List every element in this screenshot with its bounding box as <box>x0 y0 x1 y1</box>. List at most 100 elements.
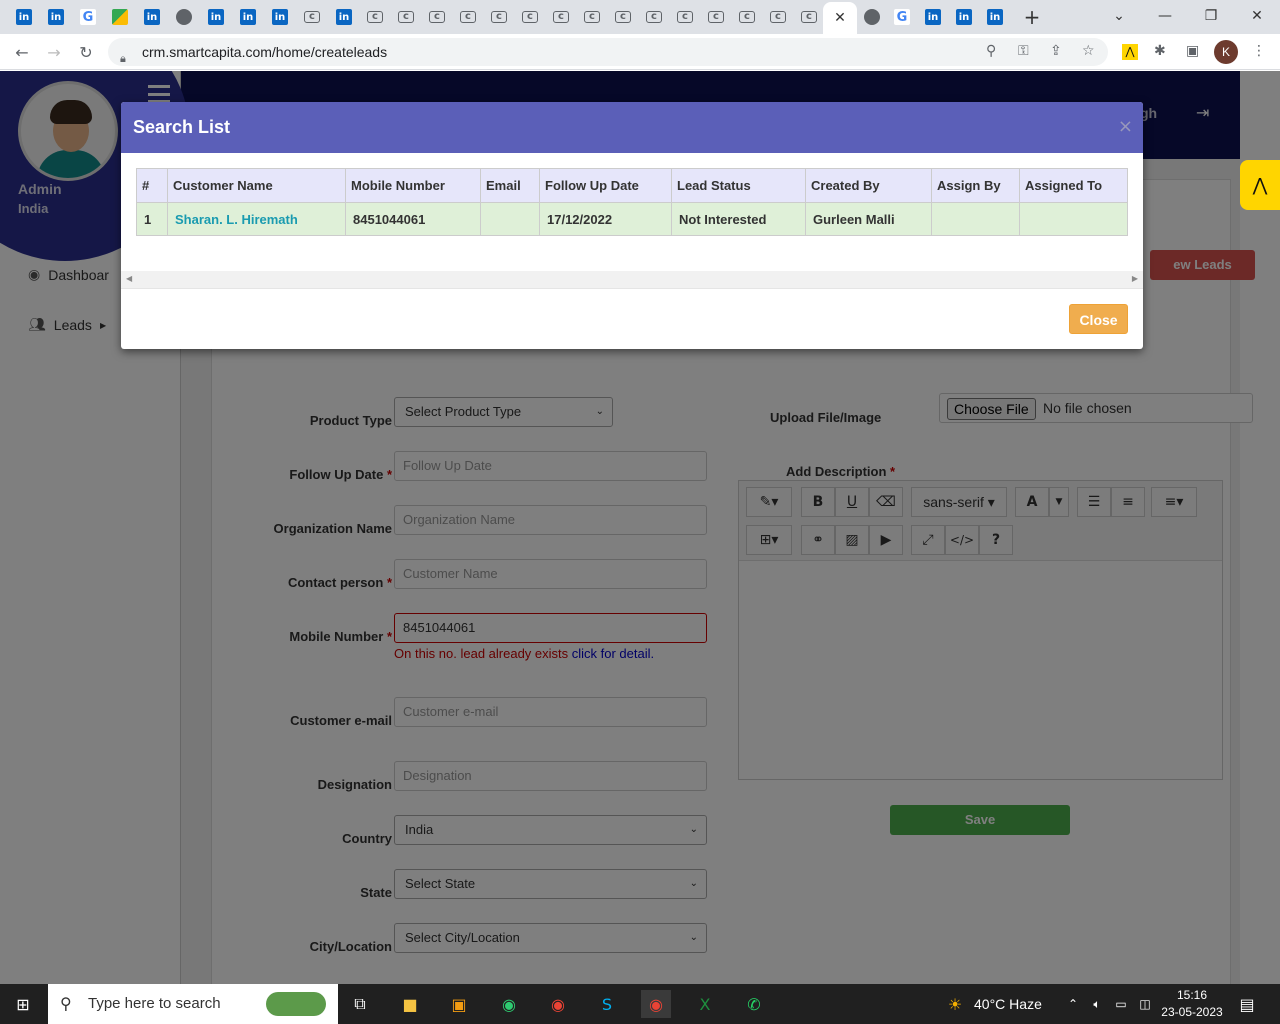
column-header: Lead Status <box>671 168 806 203</box>
tab-globe-icon[interactable] <box>172 6 196 28</box>
extension-icon[interactable]: ⋀ <box>1122 44 1138 60</box>
close-button[interactable]: Close <box>1069 304 1128 334</box>
tab-meet-icon[interactable] <box>108 6 132 28</box>
clock[interactable]: 15:16 23-05-2023 <box>1160 987 1224 1021</box>
puzzle-extensions-icon[interactable]: ✱ <box>1154 43 1166 59</box>
chrome-icon[interactable]: ◉ <box>543 990 573 1018</box>
scroll-left-icon[interactable]: ◀ <box>126 274 132 283</box>
back-arrow-icon[interactable]: ← <box>10 40 34 64</box>
weather-text[interactable]: 40°C Haze <box>974 984 1042 1024</box>
column-header: Mobile Number <box>345 168 481 203</box>
cell-follow-up-date: 17/12/2022 <box>539 202 672 236</box>
search-results-table: # Customer Name Mobile Number Email Foll… <box>136 168 1128 236</box>
tab-crm-icon[interactable]: c <box>518 6 542 28</box>
clock-time: 15:16 <box>1176 988 1208 1002</box>
file-explorer-icon[interactable]: ■ <box>395 990 425 1018</box>
share-icon[interactable]: ⇪ <box>1050 43 1062 59</box>
skype-icon[interactable]: S <box>592 990 622 1018</box>
side-panel-icon[interactable]: ▣ <box>1186 43 1199 59</box>
tab-linkedin-icon[interactable]: in <box>140 6 164 28</box>
address-bar: ← → ↻ 🔒︎ crm.smartcapita.com/home/create… <box>0 34 1280 70</box>
search-list-modal: Search List × # Customer Name Mobile Num… <box>121 102 1143 349</box>
tab-crm-icon[interactable]: c <box>797 6 821 28</box>
column-header: Email <box>480 168 540 203</box>
tab-crm-icon[interactable]: c <box>300 6 324 28</box>
tab-crm-icon[interactable]: c <box>642 6 666 28</box>
task-view-icon[interactable]: ⧉ <box>345 990 375 1018</box>
tab-google-icon[interactable]: G <box>890 6 914 28</box>
customer-name-link[interactable]: Sharan. L. Hiremath <box>167 202 346 236</box>
tab-globe-icon[interactable] <box>860 6 884 28</box>
whatsapp-icon[interactable]: ✆ <box>739 990 769 1018</box>
url-field[interactable]: 🔒︎ crm.smartcapita.com/home/createleads <box>108 38 1108 66</box>
tab-crm-icon[interactable]: c <box>363 6 387 28</box>
tab-linkedin-icon[interactable]: in <box>44 6 68 28</box>
tab-linkedin-icon[interactable]: in <box>921 6 945 28</box>
key-icon[interactable]: ⚿ <box>1018 43 1029 59</box>
menu-dots-icon[interactable]: ⋮ <box>1252 43 1266 59</box>
location-pin-icon[interactable]: ⚲ <box>986 43 996 59</box>
modal-title: Search List <box>121 102 1143 153</box>
forward-arrow-icon[interactable]: → <box>42 40 66 64</box>
chrome-profile-icon[interactable]: ◉ <box>641 990 671 1018</box>
scroll-right-icon[interactable]: ▶ <box>1132 274 1138 283</box>
tab-linkedin-icon[interactable]: in <box>983 6 1007 28</box>
windows-taskbar: ⊞ ⚲ Type here to search ⧉ ■ ▣ ◉ ◉ S ◉ X … <box>0 984 1280 1024</box>
tab-crm-icon[interactable]: c <box>611 6 635 28</box>
tab-search-chevron-icon[interactable]: ⌄ <box>1096 0 1142 32</box>
url-text: crm.smartcapita.com/home/createleads <box>142 44 388 60</box>
edge-icon[interactable]: ◉ <box>494 990 524 1018</box>
tab-active-close-icon[interactable]: ✕ <box>823 2 857 34</box>
tab-linkedin-icon[interactable]: in <box>12 6 36 28</box>
tab-google-icon[interactable]: G <box>76 6 100 28</box>
tab-crm-icon[interactable]: c <box>425 6 449 28</box>
browser-tab-strip: in in G in in in in c in c c c c c c c c… <box>0 0 1280 34</box>
column-header: Follow Up Date <box>539 168 672 203</box>
reload-icon[interactable]: ↻ <box>74 40 98 64</box>
lock-icon: 🔒︎ <box>120 53 126 65</box>
column-header: Assigned To <box>1019 168 1128 203</box>
tab-crm-icon[interactable]: c <box>735 6 759 28</box>
tab-crm-icon[interactable]: c <box>673 6 697 28</box>
table-header-row: # Customer Name Mobile Number Email Foll… <box>136 168 1128 203</box>
search-icon: ⚲ <box>60 994 72 1013</box>
cell-created-by: Gurleen Malli <box>805 202 932 236</box>
cell-index: 1 <box>136 202 168 236</box>
tab-linkedin-icon[interactable]: in <box>332 6 356 28</box>
modal-footer-divider <box>121 288 1143 289</box>
cell-assign-by <box>931 202 1020 236</box>
close-window-icon[interactable]: ✕ <box>1234 0 1280 32</box>
tab-crm-icon[interactable]: c <box>704 6 728 28</box>
tab-crm-icon[interactable]: c <box>549 6 573 28</box>
notifications-icon[interactable]: ▤ <box>1232 990 1262 1018</box>
tab-linkedin-icon[interactable]: in <box>204 6 228 28</box>
excel-icon[interactable]: X <box>690 990 720 1018</box>
profile-avatar[interactable]: K <box>1214 40 1238 64</box>
horizontal-scrollbar[interactable]: ◀ ▶ <box>121 271 1143 288</box>
turtle-icon <box>266 992 326 1016</box>
floating-extension-icon[interactable]: ⋀ <box>1240 160 1280 210</box>
clock-date: 23-05-2023 <box>1161 1005 1223 1019</box>
tab-crm-icon[interactable]: c <box>580 6 604 28</box>
tab-linkedin-icon[interactable]: in <box>236 6 260 28</box>
tab-crm-icon[interactable]: c <box>394 6 418 28</box>
bookmark-star-icon[interactable]: ☆ <box>1082 43 1095 59</box>
tab-crm-icon[interactable]: c <box>487 6 511 28</box>
restore-icon[interactable]: ❐ <box>1188 0 1234 32</box>
battery-icon[interactable]: ◫ <box>1130 990 1160 1018</box>
cell-lead-status: Not Interested <box>671 202 806 236</box>
cell-mobile: 8451044061 <box>345 202 481 236</box>
minimize-icon[interactable]: — <box>1142 0 1188 32</box>
column-header: Customer Name <box>167 168 346 203</box>
outlook-icon[interactable]: ▣ <box>444 990 474 1018</box>
tab-crm-icon[interactable]: c <box>456 6 480 28</box>
tab-linkedin-icon[interactable]: in <box>952 6 976 28</box>
tab-crm-icon[interactable]: c <box>766 6 790 28</box>
new-tab-plus-icon[interactable]: + <box>1020 5 1044 29</box>
table-row: 1 Sharan. L. Hiremath 8451044061 17/12/2… <box>136 202 1128 236</box>
taskbar-search-field[interactable]: ⚲ Type here to search <box>48 984 338 1024</box>
tab-linkedin-icon[interactable]: in <box>268 6 292 28</box>
column-header: Assign By <box>931 168 1020 203</box>
windows-start-icon[interactable]: ⊞ <box>8 990 38 1018</box>
modal-close-icon[interactable]: × <box>1118 116 1133 137</box>
